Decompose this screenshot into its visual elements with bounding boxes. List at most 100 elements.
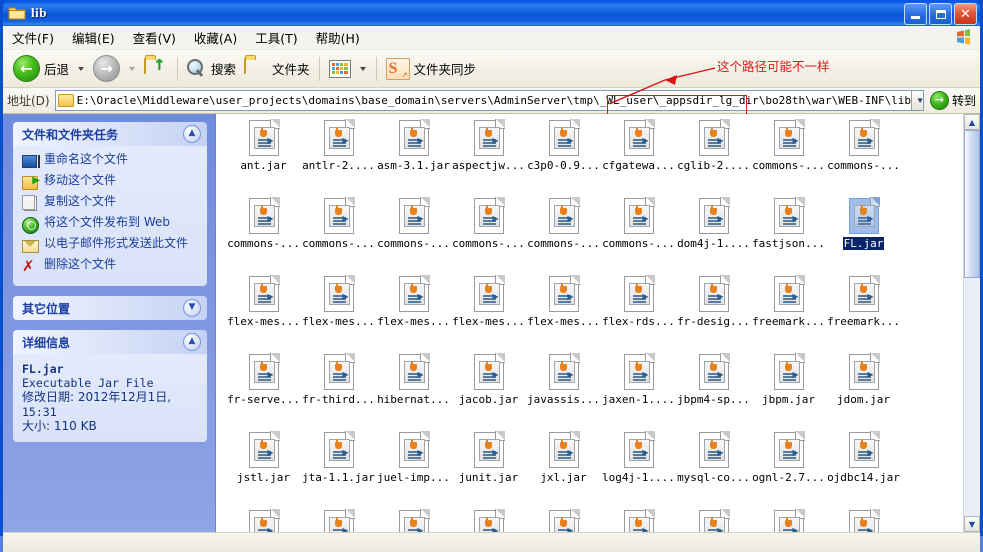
task-publish-label: 将这个文件发布到 Web [44,215,170,229]
file-item[interactable]: ▶ [301,509,376,532]
file-item[interactable]: ▶ commons-... [226,197,301,273]
file-item[interactable]: ▶ antlr-2.... [301,119,376,195]
file-item[interactable]: ▶ javassis... [526,353,601,429]
file-item[interactable]: ▶ commons-... [451,197,526,273]
file-item[interactable]: ▶ flex-mes... [451,275,526,351]
chevron-up-icon[interactable]: ▲ [183,125,201,143]
up-button[interactable]: ↑ [140,54,172,84]
file-item[interactable]: ▶ flex-mes... [301,275,376,351]
file-item[interactable]: ▶ commons-... [526,197,601,273]
file-item[interactable]: ▶ flex-mes... [376,275,451,351]
scrollbar-track[interactable] [964,130,980,516]
file-item[interactable]: ▶ [376,509,451,532]
file-item[interactable]: ▶ jxl.jar [526,431,601,507]
file-item[interactable]: ▶ mysql-co... [676,431,751,507]
file-item[interactable]: ▶ jbpm.jar [751,353,826,429]
menu-file[interactable]: 文件(F) [3,26,63,49]
detail-size: 大小: 110 KB [22,419,97,433]
file-item[interactable]: ▶ FL.jar [826,197,901,273]
file-item[interactable]: ▶ [451,509,526,532]
jar-file-icon: ▶ [398,431,430,468]
task-publish-web[interactable]: 将这个文件发布到 Web [22,215,199,234]
file-item[interactable]: ▶ jdom.jar [826,353,901,429]
file-list-area[interactable]: ▶ ant.jar ▶ antlr-2.... ▶ asm-3.1.jar ▶ aspectj… [215,114,980,532]
file-item[interactable]: ▶ jacob.jar [451,353,526,429]
views-button[interactable] [325,54,355,84]
forward-dropdown-icon[interactable] [129,66,136,71]
folder-sync-button[interactable]: S ↗ 文件夹同步 [382,54,481,84]
file-item[interactable]: ▶ asm-3.1.jar [376,119,451,195]
file-item[interactable]: ▶ cfgatewa... [601,119,676,195]
views-dropdown-icon[interactable] [359,66,366,71]
file-item[interactable]: ▶ log4j-1.... [601,431,676,507]
folders-button[interactable]: 文件夹 [240,54,314,84]
file-item[interactable]: ▶ juel-imp... [376,431,451,507]
file-item[interactable]: ▶ c3p0-0.9... [526,119,601,195]
menu-edit[interactable]: 编辑(E) [63,26,124,49]
scroll-up-button[interactable]: ▲ [964,114,980,130]
file-item[interactable]: ▶ fr-desig... [676,275,751,351]
file-item[interactable]: ▶ jta-1.1.jar [301,431,376,507]
file-item[interactable]: ▶ cglib-2.... [676,119,751,195]
file-item[interactable]: ▶ freemark... [751,275,826,351]
file-item[interactable]: ▶ [826,509,901,532]
vertical-scrollbar[interactable]: ▲ ▼ [963,114,980,532]
file-item[interactable]: ▶ jstl.jar [226,431,301,507]
chevron-up-icon-details[interactable]: ▲ [183,333,201,351]
go-button[interactable]: → 转到 [929,91,976,110]
search-button[interactable]: 搜索 [183,54,240,84]
file-item[interactable]: ▶ commons-... [376,197,451,273]
chevron-down-icon[interactable]: ▼ [183,299,201,317]
file-item[interactable]: ▶ flex-mes... [526,275,601,351]
panel-file-tasks-header[interactable]: 文件和文件夹任务 ▲ [13,122,207,146]
file-item[interactable]: ▶ fr-third... [301,353,376,429]
file-item[interactable]: ▶ jaxen-1.... [601,353,676,429]
file-item[interactable]: ▶ hibernat... [376,353,451,429]
back-button[interactable]: ← 后退 [9,54,73,84]
file-item[interactable]: ▶ commons-... [826,119,901,195]
file-item[interactable]: ▶ junit.jar [451,431,526,507]
file-item[interactable]: ▶ flex-rds... [601,275,676,351]
jar-file-icon: ▶ [548,119,580,156]
file-item[interactable]: ▶ fastjson... [751,197,826,273]
file-item[interactable]: ▶ ant.jar [226,119,301,195]
minimize-button[interactable] [904,3,927,25]
file-item[interactable]: ▶ commons-... [601,197,676,273]
menu-tools[interactable]: 工具(T) [246,26,306,49]
task-rename-file[interactable]: 重命名这个文件 [22,152,199,169]
panel-other-places-header[interactable]: 其它位置 ▼ [13,296,207,320]
address-input[interactable]: E:\Oracle\Middleware\user_projects\domai… [54,90,924,111]
file-item[interactable]: ▶ [751,509,826,532]
file-item[interactable]: ▶ ognl-2.7... [751,431,826,507]
menu-favorites[interactable]: 收藏(A) [185,26,246,49]
scrollbar-thumb[interactable] [964,130,980,278]
address-dropdown-button[interactable]: ▼ [911,91,923,110]
file-item[interactable]: ▶ [226,509,301,532]
file-item[interactable]: ▶ flex-mes... [226,275,301,351]
task-email-file[interactable]: 以电子邮件形式发送此文件 [22,236,199,253]
file-item[interactable]: ▶ freemark... [826,275,901,351]
file-item[interactable]: ▶ fr-serve... [226,353,301,429]
panel-details-header[interactable]: 详细信息 ▲ [13,330,207,354]
close-button[interactable]: ✕ [954,3,977,25]
file-item[interactable]: ▶ [526,509,601,532]
file-item[interactable]: ▶ [676,509,751,532]
forward-button[interactable]: → [89,54,124,84]
menu-help[interactable]: 帮助(H) [307,26,369,49]
file-item[interactable]: ▶ aspectjw... [451,119,526,195]
file-item[interactable]: ▶ jbpm4-sp... [676,353,751,429]
file-item[interactable]: ▶ dom4j-1.... [676,197,751,273]
sync-icon: S ↗ [385,57,410,80]
scroll-down-button[interactable]: ▼ [964,516,980,532]
maximize-button[interactable] [929,3,952,25]
back-dropdown-icon[interactable] [78,66,85,71]
file-item[interactable]: ▶ ojdbc14.jar [826,431,901,507]
task-delete-file[interactable]: ✗ 删除这个文件 [22,257,199,274]
menu-view[interactable]: 查看(V) [124,26,185,49]
file-item[interactable]: ▶ [601,509,676,532]
file-item[interactable]: ▶ commons-... [751,119,826,195]
task-copy-file[interactable]: 复制这个文件 [22,194,199,211]
task-move-file[interactable]: 移动这个文件 [22,173,199,190]
file-item[interactable]: ▶ commons-... [301,197,376,273]
jar-file-icon: ▶ [473,119,505,156]
